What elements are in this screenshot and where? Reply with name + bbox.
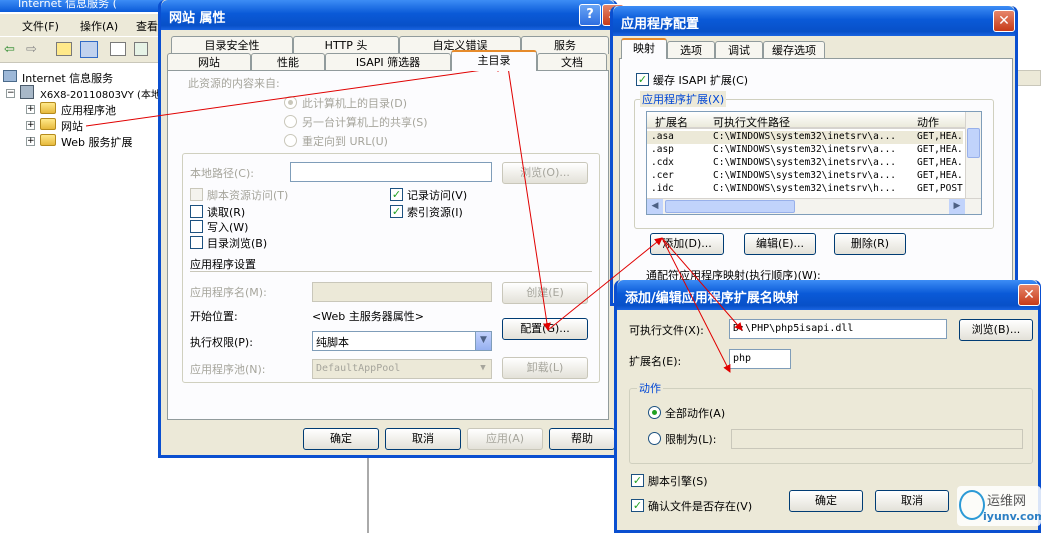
arrow-config-to-add: [547, 237, 663, 331]
arrow-tab-to-config: [507, 66, 551, 331]
arrow-site-to-tab: [85, 64, 505, 127]
tab-home-directory[interactable]: 主目录: [451, 50, 537, 71]
annotation-arrows: [85, 64, 743, 373]
tab-mappings[interactable]: 映射: [621, 38, 667, 59]
